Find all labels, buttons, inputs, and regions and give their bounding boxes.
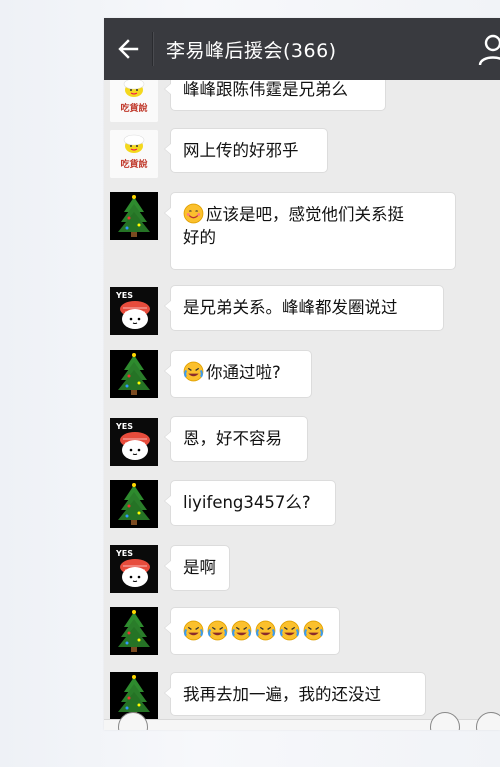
yes-sushi-avatar[interactable]: YES: [110, 287, 158, 335]
message-list: 吃貨說 峰峰跟陈伟霆是兄弟么 吃貨說 网上传的好邪乎 应该是吧，感觉他们关系挺 …: [104, 80, 500, 730]
laugh-cry-emoji-icon: [303, 620, 324, 641]
chat-header: 李易峰后援会(366): [104, 18, 500, 80]
message-text: 应该是吧，感觉他们关系挺: [206, 205, 404, 224]
back-button[interactable]: [104, 18, 152, 80]
message-bubble[interactable]: 是兄弟关系。峰峰都发圈说过: [164, 285, 444, 331]
message-bubble[interactable]: 你通过啦?: [164, 350, 312, 398]
christmas-tree-avatar[interactable]: [110, 607, 158, 655]
chi-huo-shuo-avatar[interactable]: 吃貨說: [110, 80, 158, 122]
message-text: 网上传的好邪乎: [183, 141, 299, 160]
message-bubble[interactable]: 我再去加一遍，我的还没过: [164, 672, 426, 716]
avatar-label: YES: [115, 291, 133, 300]
christmas-tree-avatar[interactable]: [110, 480, 158, 528]
message-text: 是兄弟关系。峰峰都发圈说过: [183, 298, 398, 317]
chat-title: 李易峰后援会(366): [166, 39, 337, 62]
avatar-label: YES: [115, 422, 133, 431]
laugh-cry-emoji-icon: [255, 620, 276, 641]
person-icon[interactable]: [478, 34, 500, 66]
message-text: 我再去加一遍，我的还没过: [183, 685, 381, 704]
laugh-cry-emoji-icon: [231, 620, 252, 641]
yes-sushi-avatar[interactable]: YES: [110, 545, 158, 593]
message-bubble[interactable]: 网上传的好邪乎: [164, 128, 328, 173]
message-text: liyifeng3457么?: [183, 493, 311, 512]
laugh-cry-emoji-icon: [207, 620, 228, 641]
christmas-tree-avatar[interactable]: [110, 350, 158, 398]
message-text: 好的: [183, 228, 216, 247]
avatar-label: 吃貨說: [120, 102, 147, 114]
message-bubble[interactable]: [164, 607, 340, 655]
message-bubble[interactable]: 应该是吧，感觉他们关系挺 好的: [164, 192, 456, 270]
message-text: 峰峰跟陈伟霆是兄弟么: [183, 80, 348, 99]
message-text: 你通过啦?: [206, 363, 281, 382]
message-bubble[interactable]: 恩，好不容易: [164, 416, 308, 462]
emoji-row: [183, 620, 327, 641]
message-bubble[interactable]: 是啊: [164, 545, 230, 591]
chat-window: 李易峰后援会(366) 吃貨說 峰峰跟陈伟霆是兄弟么 吃貨說 网上传的好邪乎 应…: [104, 18, 500, 730]
header-divider: [152, 32, 154, 66]
yes-sushi-avatar[interactable]: YES: [110, 418, 158, 466]
avatar-label: 吃貨說: [120, 158, 147, 170]
input-bar[interactable]: [104, 712, 500, 730]
arrow-left-icon: [118, 39, 139, 59]
laugh-cry-emoji-icon: [279, 620, 300, 641]
chi-huo-shuo-avatar[interactable]: 吃貨說: [110, 130, 158, 178]
laugh-cry-emoji-icon: [183, 620, 204, 641]
christmas-tree-avatar[interactable]: [110, 192, 158, 240]
avatar-label: YES: [115, 549, 133, 558]
smile-emoji-icon: [183, 203, 204, 224]
message-text: 是啊: [183, 558, 216, 577]
laugh-cry-emoji-icon: [183, 361, 204, 382]
message-text: 恩，好不容易: [183, 429, 282, 448]
message-bubble[interactable]: 峰峰跟陈伟霆是兄弟么: [164, 80, 386, 111]
message-bubble[interactable]: liyifeng3457么?: [164, 480, 336, 526]
